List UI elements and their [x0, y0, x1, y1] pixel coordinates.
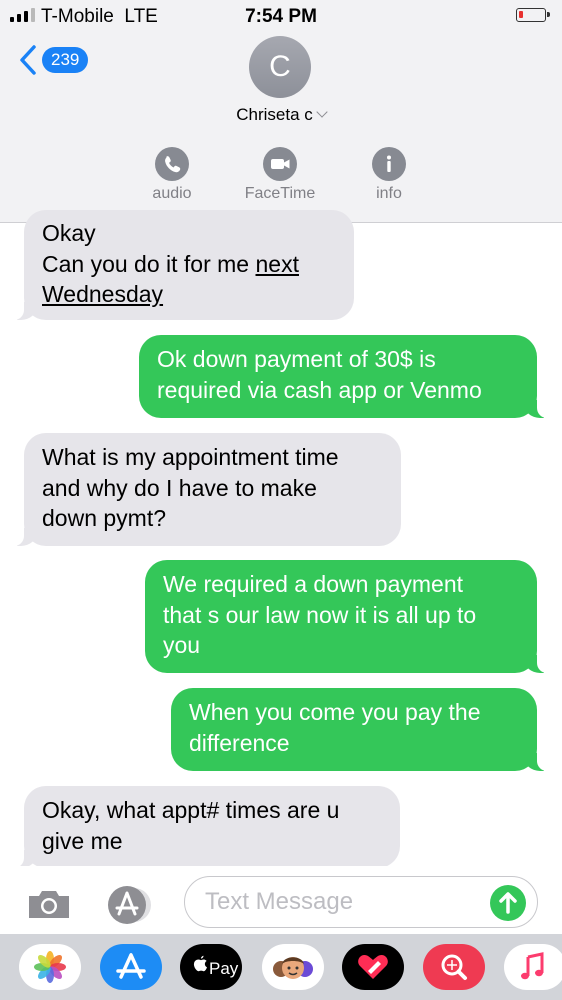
compose-bar: Text Message — [0, 866, 562, 936]
imessage-app-drawer: Pay — [0, 934, 562, 1000]
contact-avatar[interactable]: C — [249, 36, 311, 98]
status-time: 7:54 PM — [245, 6, 317, 27]
audio-call-button[interactable]: audio — [122, 147, 222, 203]
phone-icon — [155, 147, 189, 181]
message-line: We required a down payment — [163, 571, 464, 597]
conversation-header: T-Mobile LTE 7:54 PM 239 C Chriseta c au… — [0, 0, 562, 223]
photos-icon[interactable] — [19, 944, 81, 990]
arrow-up-icon — [499, 892, 517, 914]
outgoing-message-bubble[interactable]: Ok down payment of 30$ is required via c… — [139, 335, 549, 418]
digital-touch-icon[interactable] — [342, 944, 404, 990]
apple-pay-label: Pay — [209, 959, 239, 978]
outgoing-message-bubble[interactable]: When you come you pay the difference — [171, 688, 549, 771]
facetime-label: FaceTime — [244, 185, 316, 202]
chevron-down-icon — [316, 106, 328, 118]
memoji-icon[interactable] — [262, 944, 324, 990]
message-input[interactable]: Text Message — [184, 876, 538, 928]
message-input-placeholder: Text Message — [205, 888, 354, 915]
message-line: Ok down payment of 30$ is — [157, 346, 436, 372]
message-line: down pymt? — [42, 505, 167, 531]
info-button[interactable]: info — [339, 147, 439, 203]
message-line: Okay, what appt# times are u — [42, 797, 340, 823]
facetime-button[interactable]: FaceTime — [230, 147, 330, 203]
audio-label: audio — [152, 185, 192, 202]
outgoing-message-bubble[interactable]: We required a down payment that s our la… — [145, 560, 549, 673]
message-line: and why do I have to make — [42, 474, 317, 501]
info-label: info — [376, 185, 402, 202]
contact-name: Chriseta c — [236, 105, 313, 124]
date-link[interactable]: Wednesday — [42, 279, 336, 310]
message-line: give me — [42, 827, 123, 854]
status-bar: T-Mobile LTE 7:54 PM — [0, 0, 562, 34]
message-line: Okay — [42, 220, 96, 246]
message-line: What is my appointment time — [42, 444, 339, 470]
incoming-message-bubble[interactable]: Okay, what appt# times are u give me — [12, 786, 400, 868]
unread-count-badge: 239 — [42, 47, 89, 73]
incoming-message-bubble[interactable]: What is my appointment time and why do I… — [12, 433, 401, 546]
image-search-icon[interactable] — [423, 944, 485, 990]
music-icon[interactable] — [504, 944, 562, 990]
message-line: required via cash app or Venmo — [157, 376, 482, 403]
camera-icon[interactable] — [26, 888, 72, 920]
back-button[interactable]: 239 — [18, 44, 89, 76]
message-line: When you come you pay the — [189, 699, 481, 725]
contact-name-button[interactable]: Chriseta c — [0, 105, 562, 125]
battery-icon — [516, 8, 550, 22]
message-line: difference — [189, 729, 290, 756]
send-button[interactable] — [490, 885, 526, 921]
message-line: that s our law now it is all up to — [163, 601, 477, 628]
apple-pay-icon[interactable]: Pay — [180, 944, 242, 990]
message-line: you — [163, 632, 201, 658]
video-camera-icon — [263, 147, 297, 181]
incoming-message-bubble[interactable]: Okay Can you do it for me next Wednesday — [12, 210, 354, 320]
app-store-icon[interactable] — [100, 944, 162, 990]
info-icon — [372, 147, 406, 181]
chevron-left-icon — [20, 45, 36, 75]
app-store-icon[interactable] — [104, 883, 152, 927]
message-line: Can you do it for me next — [42, 250, 299, 277]
date-link[interactable]: next — [256, 251, 299, 277]
